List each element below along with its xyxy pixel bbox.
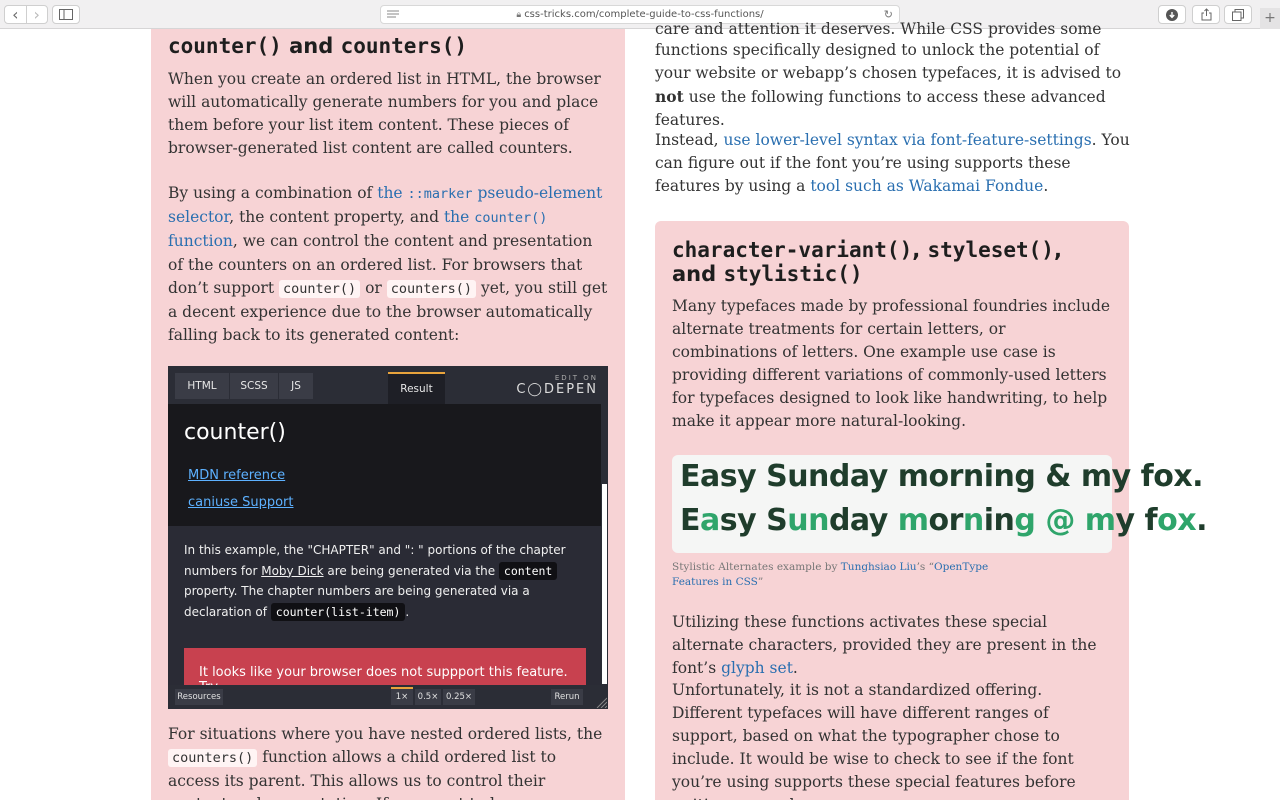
counters-usage-paragraph: By using a combination of the ::marker p… [168,182,608,347]
mdn-reference-link[interactable]: MDN reference [188,468,285,483]
inline-code: counters() [386,279,477,298]
tab-html[interactable]: HTML [175,373,229,399]
wakamai-fondue-link[interactable]: tool such as Wakamai Fondue [810,177,1043,195]
tabs-icon [1232,8,1244,21]
heading-code: counter() [168,34,282,58]
support-paragraph: Unfortunately, it is not a standardized … [672,681,1076,800]
heading-code: character-variant() [672,238,913,262]
logo-caption: EDIT ON [554,374,598,382]
image-caption: Stylistic Alternates example by Tunghsia… [672,561,989,588]
download-icon [1166,8,1178,21]
sample-line-alternates: Easy Sunday morning @ my fox. [680,503,1207,538]
tab-overview-button[interactable] [1224,5,1252,24]
clipped-paragraph-top: care and attention it deserves. While CS… [655,20,1102,38]
rerun-button[interactable]: Rerun [551,689,583,705]
glyph-set-link[interactable]: glyph set [721,659,793,677]
counters-intro-paragraph: When you create an ordered list in HTML,… [168,68,608,160]
paragraph-text: By using a combination of [168,184,378,202]
heading-text: and [281,34,341,58]
zoom-1x-button[interactable]: 1× [391,687,413,705]
zoom-quarter-button[interactable]: 0.25× [443,689,475,705]
downloads-button[interactable] [1158,5,1186,24]
tab-scss[interactable]: SCSS [230,373,278,399]
emphasis: not [655,87,684,106]
sidebar-icon [59,9,73,20]
section-heading-stylistic: character-variant(), styleset(), and sty… [672,238,1062,286]
lock-icon: 🔒︎ [516,9,522,20]
inline-code: content [498,561,558,580]
chevron-left-icon[interactable]: ‹ [5,5,26,24]
inline-code: counters() [168,749,258,767]
caniuse-link[interactable]: caniuse Support [188,495,294,510]
demo-description: In this example, the "CHAPTER" and ": " … [184,543,566,621]
inline-code: counter(list-item) [270,602,406,621]
font-feature-settings-link[interactable]: use lower-level syntax via font-feature-… [723,131,1091,149]
heading-code: stylistic() [723,262,863,286]
sample-line-default: Easy Sunday morning & my fox. [680,459,1204,494]
share-icon [1201,8,1211,21]
codepen-result-pane: counter() MDN reference caniuse Support … [168,404,601,685]
alternates-paragraph: Many typefaces made by professional foun… [672,297,1111,430]
unsupported-warning: It looks like your browser does not supp… [184,648,586,685]
stylistic-alternates-image: Easy Sunday morning & my fox. Easy Sunda… [672,455,1207,553]
zoom-half-button[interactable]: 0.5× [415,689,441,705]
paragraph-text: , the content property, and [229,208,444,227]
demo-title: counter() [184,420,286,445]
moby-dick-link[interactable]: Moby Dick [261,564,323,578]
paragraph-text: When you create an ordered list in HTML,… [168,70,601,157]
resources-button[interactable]: Resources [175,689,223,705]
reader-icon[interactable] [387,9,399,20]
plus-icon[interactable]: + [1260,8,1280,29]
tab-result[interactable]: Result [388,372,445,404]
history-nav: ‹ › [4,5,48,24]
demo-description-box: In this example, the "CHAPTER" and ": " … [168,526,601,685]
chevron-right-icon[interactable]: › [26,5,47,24]
tab-js[interactable]: JS [279,373,313,399]
logo-wordmark: C◯DEPEN [516,382,598,397]
heading-code: counters() [340,34,468,58]
inline-code: counter() [279,279,361,298]
heading-code: styleset() [927,238,1054,262]
author-link[interactable]: Tunghsiao Liu [841,561,917,573]
resize-handle-icon[interactable] [595,696,607,708]
codepen-embed: HTML SCSS JS Result EDIT ON C◯DEPEN coun… [168,366,608,709]
codepen-footer: Resources 1× 0.5× 0.25× Rerun [168,685,608,709]
sidebar-toggle-button[interactable] [52,5,80,24]
codepen-header: HTML SCSS JS Result EDIT ON C◯DEPEN [168,366,608,404]
glyph-set-paragraph: Utilizing these functions activates thes… [672,613,1097,677]
share-button[interactable] [1192,5,1220,24]
paragraph-text: or [360,278,387,297]
font-features-paragraph: functions specifically designed to unloc… [655,41,1122,129]
codepen-logo[interactable]: EDIT ON C◯DEPEN [516,374,598,397]
section-heading-counters: counter() and counters() [168,34,467,58]
nested-lists-paragraph: For situations where you have nested ord… [168,725,603,800]
scrollbar-thumb[interactable] [602,484,607,684]
result-scrollbar[interactable] [601,404,608,685]
font-feature-settings-paragraph: Instead, use lower-level syntax via font… [655,131,1130,195]
